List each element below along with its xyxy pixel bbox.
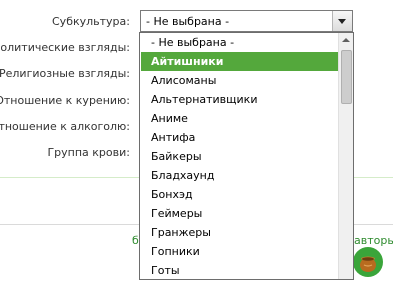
dropdown-option-selected[interactable]: Айтишники	[141, 52, 339, 71]
label-smoking: Отношение к курению:	[0, 94, 130, 107]
dropdown-option[interactable]: - Не выбрана -	[141, 33, 339, 52]
select-current-value: - Не выбрана -	[146, 15, 230, 28]
label-religious-views: Религиозные взгляды:	[0, 67, 130, 80]
dropdown-option[interactable]: Готы	[141, 261, 339, 279]
footer-link-left[interactable]: б	[132, 234, 139, 247]
label-blood-group: Группа крови:	[47, 146, 130, 159]
dropdown-option[interactable]: Алисоманы	[141, 71, 339, 90]
label-alcohol: Отношение к алкоголю:	[0, 120, 130, 133]
subculture-dropdown-list[interactable]: - Не выбрана - Айтишники Алисоманы Альте…	[139, 32, 354, 280]
dropdown-scrollbar[interactable]	[338, 33, 353, 279]
subculture-select[interactable]: - Не выбрана -	[140, 10, 353, 32]
scroll-up-arrow-icon[interactable]	[339, 33, 353, 47]
dropdown-option[interactable]: Аниме	[141, 109, 339, 128]
label-political-views: Политические взгляды:	[0, 41, 130, 54]
label-subculture: Субкультура:	[52, 15, 130, 28]
dropdown-option[interactable]: Альтернативщики	[141, 90, 339, 109]
pot-icon[interactable]	[352, 246, 384, 278]
dropdown-option[interactable]: Байкеры	[141, 147, 339, 166]
dropdown-option[interactable]: Бладхаунд	[141, 166, 339, 185]
scrollbar-thumb[interactable]	[341, 50, 352, 104]
dropdown-option[interactable]: Гранжеры	[141, 223, 339, 242]
dropdown-option[interactable]: Геймеры	[141, 204, 339, 223]
dropdown-option[interactable]: Бонхэд	[141, 185, 339, 204]
dropdown-option[interactable]: Антифа	[141, 128, 339, 147]
chevron-down-icon[interactable]	[332, 11, 352, 31]
dropdown-option[interactable]: Гопники	[141, 242, 339, 261]
